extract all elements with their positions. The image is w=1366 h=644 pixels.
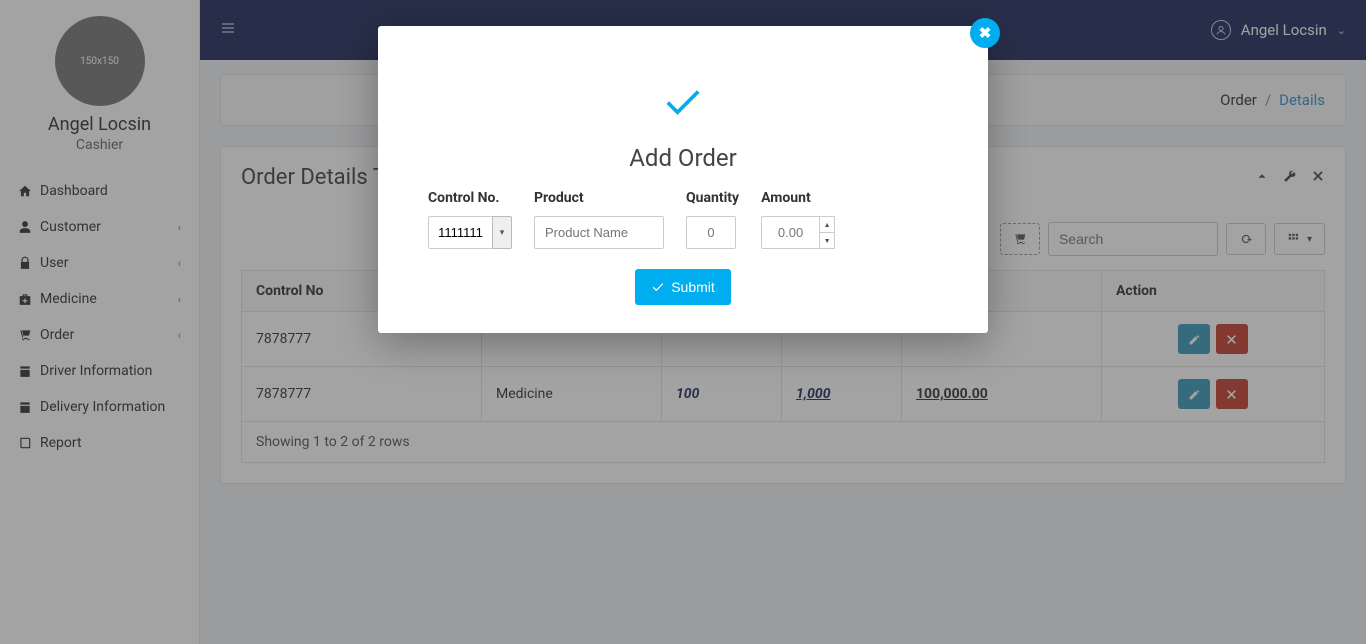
label-control-no: Control No.	[428, 190, 512, 206]
modal-title: Add Order	[378, 144, 988, 172]
control-no-select[interactable]	[428, 216, 492, 249]
add-order-modal: ✖ Add Order Control No. ▾ Product Quanti…	[378, 26, 988, 333]
modal-close-button[interactable]: ✖	[970, 18, 1000, 48]
label-quantity: Quantity	[686, 190, 739, 206]
select-dropdown-button[interactable]: ▾	[492, 216, 512, 249]
submit-button-label: Submit	[671, 279, 715, 295]
amount-step-up[interactable]: ▲	[820, 217, 834, 233]
amount-input[interactable]	[761, 216, 819, 249]
product-input[interactable]	[534, 216, 664, 249]
label-product: Product	[534, 190, 664, 206]
quantity-input[interactable]	[686, 216, 736, 249]
submit-button[interactable]: Submit	[635, 269, 731, 305]
check-icon	[378, 26, 988, 128]
label-amount: Amount	[761, 190, 835, 206]
modal-form: Control No. ▾ Product Quantity Amount	[378, 172, 988, 269]
amount-step-down[interactable]: ▼	[820, 233, 834, 248]
